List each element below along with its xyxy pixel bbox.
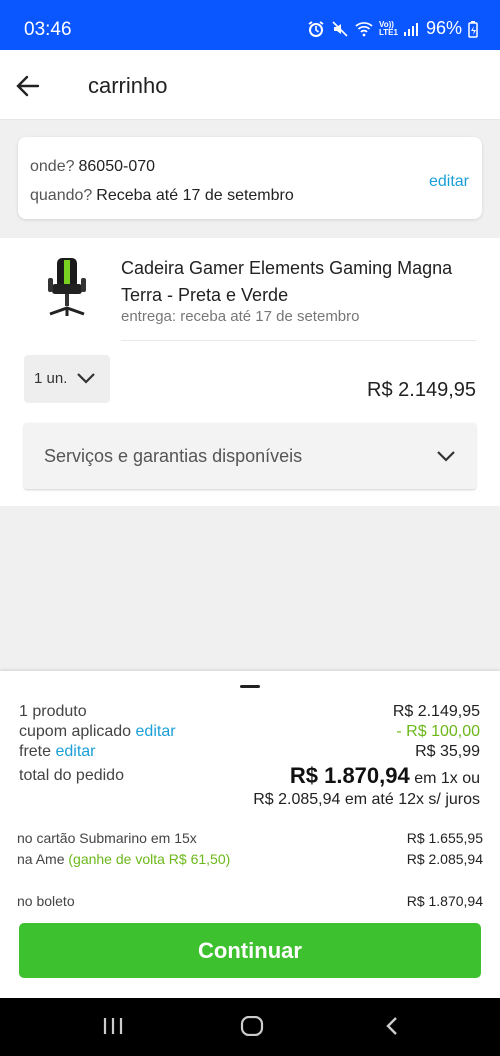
product-image[interactable]	[44, 256, 90, 318]
total-row: R$ 1.870,94 em 1x ou	[290, 763, 480, 789]
status-time: 03:46	[24, 19, 72, 40]
boleto-label: no boleto	[17, 893, 75, 909]
delivery-when: quando? Receba até 17 de setembro	[30, 187, 294, 205]
products-label: 1 produto	[19, 703, 87, 720]
alarm-icon	[308, 20, 324, 37]
quantity-label: 1 un.	[34, 370, 68, 387]
page-title: carrinho	[88, 73, 168, 98]
shipping-row: frete editar	[19, 743, 96, 761]
card-label: no cartão Submarino em 15x	[17, 830, 197, 846]
cart-item: Cadeira Gamer Elements Gaming Magna Terr…	[0, 238, 500, 506]
total-suffix: em 1x ou	[414, 770, 480, 787]
delivery-card: onde? 86050-070 quando? Receba até 17 de s…	[18, 137, 482, 219]
ame-label: na Ame	[17, 851, 65, 867]
order-summary: 1 produto R$ 2.149,95 cupom aplicado edi…	[0, 671, 500, 998]
shipping-label: frete	[19, 743, 52, 760]
card-value: R$ 1.655,95	[406, 830, 483, 846]
coupon-row: cupom aplicado editar	[19, 723, 176, 741]
installments-text: R$ 2.085,94 em até 12x s/ juros	[253, 791, 480, 808]
coupon-label: cupom aplicado	[19, 723, 132, 740]
when-label: quando?	[30, 187, 93, 204]
drag-handle[interactable]	[240, 685, 260, 688]
products-value: R$ 2.149,95	[392, 703, 480, 720]
where-label: onde?	[30, 158, 75, 175]
chevron-down-icon	[77, 373, 95, 384]
back-nav-icon[interactable]	[384, 1016, 400, 1036]
where-value: 86050-070	[78, 158, 156, 175]
delivery-where: onde? 86050-070	[30, 158, 155, 176]
back-arrow-icon[interactable]	[14, 72, 42, 100]
edit-delivery-link[interactable]: editar	[429, 173, 469, 191]
status-bar: 03:46 Vo)) LTE1 96%	[0, 0, 500, 50]
ame-value: R$ 2.085,94	[406, 851, 483, 867]
services-dropdown[interactable]: Serviços e garantias disponíveis	[24, 423, 476, 489]
boleto-value: R$ 1.870,94	[406, 893, 483, 909]
quantity-select[interactable]: 1 un.	[24, 355, 110, 403]
continue-button[interactable]: Continuar	[19, 923, 481, 978]
coupon-value: - R$ 100,00	[396, 723, 480, 740]
battery-icon	[468, 20, 478, 38]
battery-percent: 96%	[425, 18, 462, 38]
total-label: total do pedido	[19, 767, 124, 784]
status-icons: Vo)) LTE1 96%	[307, 18, 478, 39]
when-value: Receba até 17 de setembro	[96, 187, 294, 204]
app-bar: carrinho	[0, 50, 500, 120]
wifi-icon	[355, 21, 373, 36]
shipping-edit-link[interactable]: editar	[55, 743, 95, 760]
product-delivery: entrega: receba até 17 de setembro	[121, 308, 360, 325]
volte-label: Vo)) LTE1	[379, 19, 398, 37]
ame-row: na Ame (ganhe de volta R$ 61,50)	[17, 851, 230, 867]
system-nav-bar	[0, 998, 500, 1056]
chevron-down-icon	[437, 451, 455, 462]
product-name[interactable]: Cadeira Gamer Elements Gaming Magna Terr…	[121, 255, 461, 309]
ame-cashback: (ganhe de volta R$ 61,50)	[68, 851, 231, 867]
divider	[121, 340, 476, 341]
product-price: R$ 2.149,95	[367, 379, 476, 401]
mute-icon	[332, 20, 348, 37]
home-icon[interactable]	[240, 1016, 264, 1036]
recent-apps-icon[interactable]	[102, 1016, 124, 1036]
shipping-value: R$ 35,99	[415, 743, 480, 760]
signal-icon	[403, 22, 418, 36]
services-label: Serviços e garantias disponíveis	[44, 446, 303, 466]
total-value: R$ 1.870,94	[289, 763, 410, 788]
coupon-edit-link[interactable]: editar	[136, 723, 176, 740]
